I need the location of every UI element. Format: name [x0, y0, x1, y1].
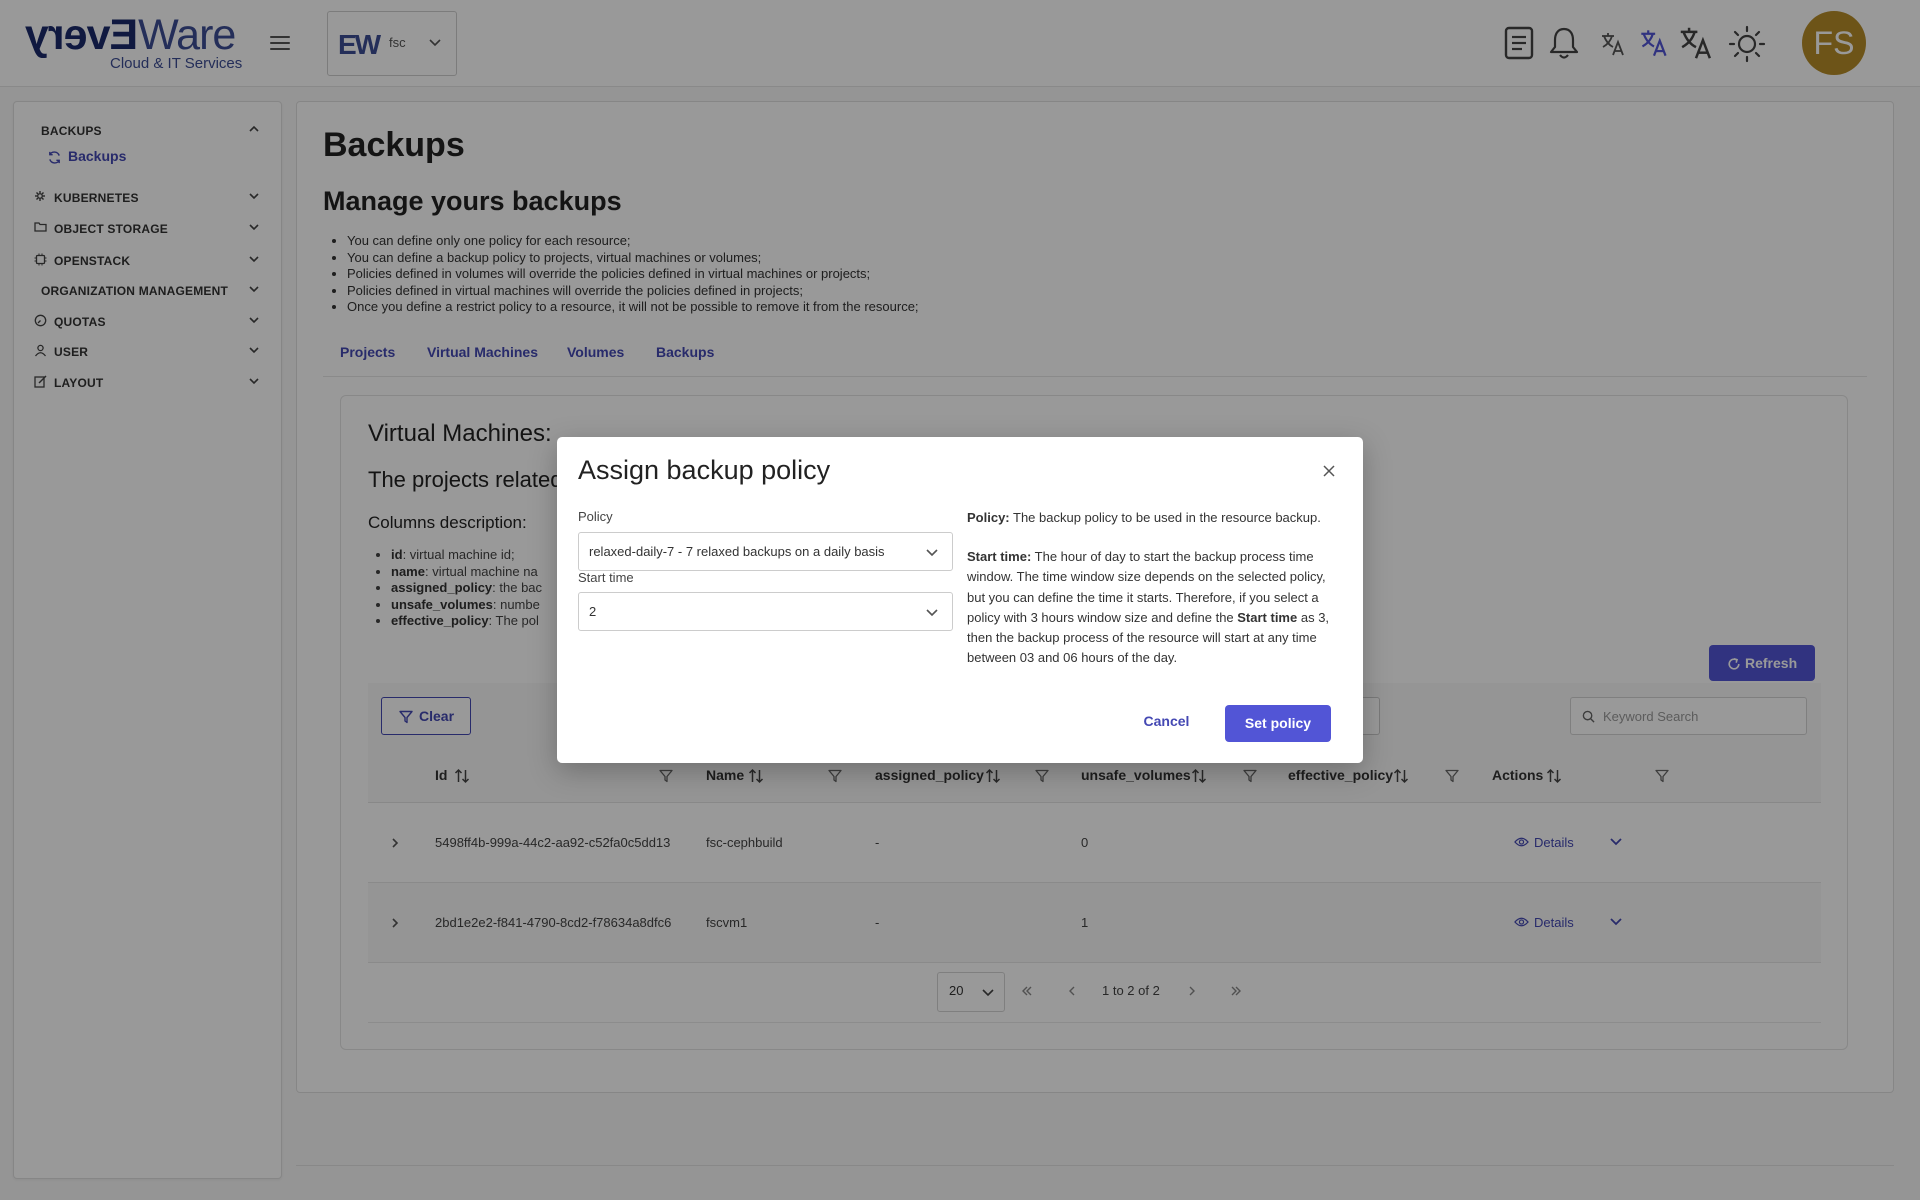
- start-time-label: Start time: [578, 570, 634, 585]
- start-time-select[interactable]: 2: [578, 592, 953, 631]
- start-time-help: Start time: The hour of day to start the…: [967, 547, 1347, 669]
- policy-select[interactable]: relaxed-daily-7 - 7 relaxed backups on a…: [578, 532, 953, 571]
- close-icon[interactable]: [1322, 464, 1336, 478]
- chevron-down-icon: [926, 549, 938, 557]
- policy-help: Policy: The backup policy to be used in …: [967, 508, 1347, 528]
- help-term-inline: Start time: [1237, 609, 1298, 625]
- start-time-select-value: 2: [589, 604, 597, 619]
- set-policy-button[interactable]: Set policy: [1225, 705, 1331, 742]
- policy-label: Policy: [578, 509, 613, 524]
- cancel-button[interactable]: Cancel: [1129, 705, 1204, 737]
- help-term: Start time:: [967, 549, 1032, 564]
- help-text: The backup policy to be used in the reso…: [1009, 510, 1321, 525]
- chevron-down-icon: [926, 609, 938, 617]
- assign-backup-policy-dialog: Assign backup policy Policy relaxed-dail…: [557, 437, 1363, 763]
- help-term: Policy:: [967, 510, 1010, 525]
- dialog-title: Assign backup policy: [578, 455, 831, 485]
- policy-select-value: relaxed-daily-7 - 7 relaxed backups on a…: [589, 544, 885, 559]
